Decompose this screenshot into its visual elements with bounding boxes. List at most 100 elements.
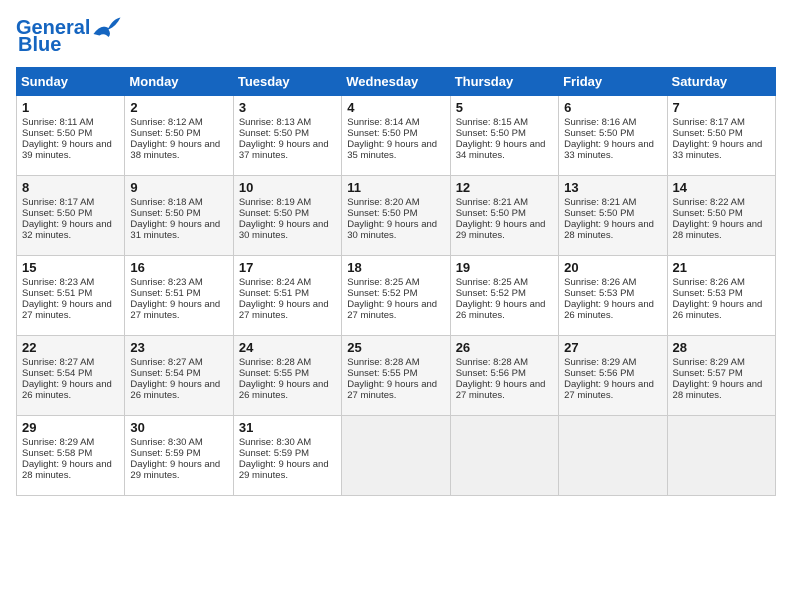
calendar-cell: 3Sunrise: 8:13 AMSunset: 5:50 PMDaylight… xyxy=(233,96,341,176)
column-header-thursday: Thursday xyxy=(450,68,558,96)
day-number: 23 xyxy=(130,340,227,355)
column-header-tuesday: Tuesday xyxy=(233,68,341,96)
sunset-text: Sunset: 5:50 PM xyxy=(347,128,444,139)
day-number: 29 xyxy=(22,420,119,435)
sunrise-text: Sunrise: 8:27 AM xyxy=(130,357,227,368)
day-number: 27 xyxy=(564,340,661,355)
sunrise-text: Sunrise: 8:17 AM xyxy=(22,197,119,208)
day-number: 2 xyxy=(130,100,227,115)
daylight-text: Daylight: 9 hours and 33 minutes. xyxy=(673,139,770,161)
daylight-text: Daylight: 9 hours and 28 minutes. xyxy=(22,459,119,481)
sunset-text: Sunset: 5:50 PM xyxy=(239,128,336,139)
sunrise-text: Sunrise: 8:25 AM xyxy=(456,277,553,288)
calendar-cell: 30Sunrise: 8:30 AMSunset: 5:59 PMDayligh… xyxy=(125,416,233,496)
daylight-text: Daylight: 9 hours and 28 minutes. xyxy=(673,379,770,401)
daylight-text: Daylight: 9 hours and 29 minutes. xyxy=(456,219,553,241)
day-number: 12 xyxy=(456,180,553,195)
sunrise-text: Sunrise: 8:28 AM xyxy=(456,357,553,368)
day-number: 4 xyxy=(347,100,444,115)
sunset-text: Sunset: 5:57 PM xyxy=(673,368,770,379)
daylight-text: Daylight: 9 hours and 26 minutes. xyxy=(673,299,770,321)
calendar-cell: 1Sunrise: 8:11 AMSunset: 5:50 PMDaylight… xyxy=(17,96,125,176)
calendar-cell: 5Sunrise: 8:15 AMSunset: 5:50 PMDaylight… xyxy=(450,96,558,176)
sunrise-text: Sunrise: 8:29 AM xyxy=(564,357,661,368)
column-header-sunday: Sunday xyxy=(17,68,125,96)
column-header-wednesday: Wednesday xyxy=(342,68,450,96)
sunset-text: Sunset: 5:56 PM xyxy=(564,368,661,379)
daylight-text: Daylight: 9 hours and 28 minutes. xyxy=(564,219,661,241)
calendar-cell: 27Sunrise: 8:29 AMSunset: 5:56 PMDayligh… xyxy=(559,336,667,416)
day-number: 1 xyxy=(22,100,119,115)
sunset-text: Sunset: 5:59 PM xyxy=(239,448,336,459)
sunset-text: Sunset: 5:50 PM xyxy=(130,128,227,139)
sunset-text: Sunset: 5:54 PM xyxy=(22,368,119,379)
sunrise-text: Sunrise: 8:25 AM xyxy=(347,277,444,288)
calendar-cell: 24Sunrise: 8:28 AMSunset: 5:55 PMDayligh… xyxy=(233,336,341,416)
day-number: 14 xyxy=(673,180,770,195)
calendar-cell: 22Sunrise: 8:27 AMSunset: 5:54 PMDayligh… xyxy=(17,336,125,416)
sunset-text: Sunset: 5:50 PM xyxy=(564,208,661,219)
calendar-cell: 21Sunrise: 8:26 AMSunset: 5:53 PMDayligh… xyxy=(667,256,775,336)
sunrise-text: Sunrise: 8:16 AM xyxy=(564,117,661,128)
sunset-text: Sunset: 5:50 PM xyxy=(22,128,119,139)
daylight-text: Daylight: 9 hours and 35 minutes. xyxy=(347,139,444,161)
calendar-week-row: 15Sunrise: 8:23 AMSunset: 5:51 PMDayligh… xyxy=(17,256,776,336)
daylight-text: Daylight: 9 hours and 30 minutes. xyxy=(239,219,336,241)
sunrise-text: Sunrise: 8:12 AM xyxy=(130,117,227,128)
day-number: 21 xyxy=(673,260,770,275)
calendar-cell: 2Sunrise: 8:12 AMSunset: 5:50 PMDaylight… xyxy=(125,96,233,176)
calendar-cell: 6Sunrise: 8:16 AMSunset: 5:50 PMDaylight… xyxy=(559,96,667,176)
day-number: 20 xyxy=(564,260,661,275)
daylight-text: Daylight: 9 hours and 29 minutes. xyxy=(239,459,336,481)
calendar-cell: 9Sunrise: 8:18 AMSunset: 5:50 PMDaylight… xyxy=(125,176,233,256)
day-number: 9 xyxy=(130,180,227,195)
daylight-text: Daylight: 9 hours and 27 minutes. xyxy=(22,299,119,321)
calendar-cell: 15Sunrise: 8:23 AMSunset: 5:51 PMDayligh… xyxy=(17,256,125,336)
calendar-cell: 17Sunrise: 8:24 AMSunset: 5:51 PMDayligh… xyxy=(233,256,341,336)
day-number: 15 xyxy=(22,260,119,275)
sunrise-text: Sunrise: 8:23 AM xyxy=(130,277,227,288)
calendar-cell: 13Sunrise: 8:21 AMSunset: 5:50 PMDayligh… xyxy=(559,176,667,256)
day-number: 10 xyxy=(239,180,336,195)
day-number: 7 xyxy=(673,100,770,115)
sunrise-text: Sunrise: 8:30 AM xyxy=(130,437,227,448)
sunrise-text: Sunrise: 8:28 AM xyxy=(239,357,336,368)
day-number: 5 xyxy=(456,100,553,115)
calendar-cell: 8Sunrise: 8:17 AMSunset: 5:50 PMDaylight… xyxy=(17,176,125,256)
daylight-text: Daylight: 9 hours and 27 minutes. xyxy=(239,299,336,321)
sunrise-text: Sunrise: 8:14 AM xyxy=(347,117,444,128)
sunset-text: Sunset: 5:50 PM xyxy=(239,208,336,219)
day-number: 17 xyxy=(239,260,336,275)
sunset-text: Sunset: 5:51 PM xyxy=(239,288,336,299)
sunset-text: Sunset: 5:59 PM xyxy=(130,448,227,459)
calendar-cell: 18Sunrise: 8:25 AMSunset: 5:52 PMDayligh… xyxy=(342,256,450,336)
calendar-cell xyxy=(450,416,558,496)
daylight-text: Daylight: 9 hours and 33 minutes. xyxy=(564,139,661,161)
day-number: 18 xyxy=(347,260,444,275)
calendar-week-row: 29Sunrise: 8:29 AMSunset: 5:58 PMDayligh… xyxy=(17,416,776,496)
sunrise-text: Sunrise: 8:21 AM xyxy=(456,197,553,208)
sunrise-text: Sunrise: 8:20 AM xyxy=(347,197,444,208)
sunset-text: Sunset: 5:50 PM xyxy=(347,208,444,219)
page-header: GeneralBlue xyxy=(16,16,776,57)
daylight-text: Daylight: 9 hours and 26 minutes. xyxy=(564,299,661,321)
calendar-cell: 23Sunrise: 8:27 AMSunset: 5:54 PMDayligh… xyxy=(125,336,233,416)
sunset-text: Sunset: 5:50 PM xyxy=(456,128,553,139)
daylight-text: Daylight: 9 hours and 34 minutes. xyxy=(456,139,553,161)
sunset-text: Sunset: 5:50 PM xyxy=(456,208,553,219)
daylight-text: Daylight: 9 hours and 32 minutes. xyxy=(22,219,119,241)
calendar-cell: 10Sunrise: 8:19 AMSunset: 5:50 PMDayligh… xyxy=(233,176,341,256)
day-number: 31 xyxy=(239,420,336,435)
calendar-cell xyxy=(667,416,775,496)
day-number: 22 xyxy=(22,340,119,355)
calendar-cell: 16Sunrise: 8:23 AMSunset: 5:51 PMDayligh… xyxy=(125,256,233,336)
sunset-text: Sunset: 5:52 PM xyxy=(456,288,553,299)
day-number: 25 xyxy=(347,340,444,355)
calendar-table: SundayMondayTuesdayWednesdayThursdayFrid… xyxy=(16,67,776,496)
day-number: 30 xyxy=(130,420,227,435)
calendar-cell: 29Sunrise: 8:29 AMSunset: 5:58 PMDayligh… xyxy=(17,416,125,496)
calendar-cell: 4 Sunrise: 8:14 AMSunset: 5:50 PMDaylight… xyxy=(342,96,450,176)
sunrise-text: Sunrise: 8:17 AM xyxy=(673,117,770,128)
sunrise-text: Sunrise: 8:26 AM xyxy=(673,277,770,288)
sunset-text: Sunset: 5:51 PM xyxy=(22,288,119,299)
